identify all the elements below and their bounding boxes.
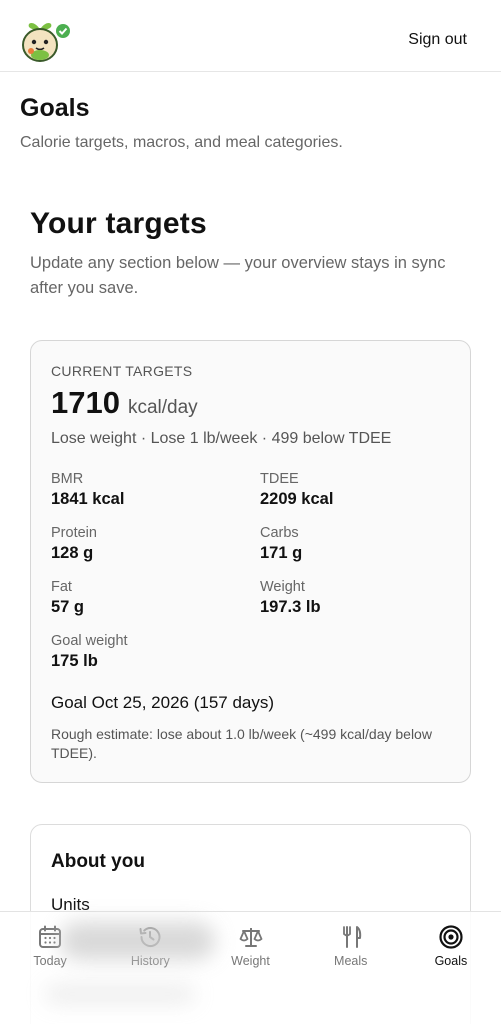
current-targets-label: CURRENT TARGETS [51, 363, 193, 379]
calendar-icon [39, 925, 62, 948]
blurred-content [45, 984, 195, 1004]
stat-label: Goal weight [51, 633, 128, 649]
tab-weight[interactable]: Weight [200, 912, 300, 1024]
stat-carbs: Carbs 171 g [260, 525, 302, 563]
tab-label: Weight [231, 954, 270, 968]
page-subtitle: Calorie targets, macros, and meal catego… [20, 134, 343, 151]
stat-value: 175 lb [51, 652, 98, 670]
target-icon [439, 925, 463, 949]
about-you-title: About you [51, 851, 145, 872]
app-logo[interactable] [20, 18, 72, 64]
kcal-unit: kcal/day [127, 397, 198, 418]
blurred-content [60, 922, 215, 960]
stat-label: TDEE [260, 471, 299, 487]
kcal-row: 1710 kcal/day [51, 385, 198, 421]
targets-section-subtitle: Update any section below — your overview… [30, 254, 446, 297]
current-targets-card: CURRENT TARGETS 1710 kcal/day Lose weigh… [30, 340, 471, 783]
stat-label: Fat [51, 579, 72, 595]
stat-protein: Protein 128 g [51, 525, 97, 563]
estimate-note: Rough estimate: lose about 1.0 lb/week (… [51, 726, 432, 761]
tab-label: Today [33, 954, 67, 968]
fork-knife-icon [342, 926, 361, 948]
tab-label: Meals [334, 954, 368, 968]
kcal-value: 1710 [51, 385, 120, 420]
stat-label: Protein [51, 525, 97, 541]
stat-label: BMR [51, 471, 84, 487]
top-bar: Sign out [0, 0, 501, 72]
stat-bmr: BMR 1841 kcal [51, 471, 124, 509]
sign-out-button[interactable]: Sign out [408, 31, 467, 49]
bottom-tab-bar: Today History Weight Meals Goals [0, 911, 501, 1024]
tab-goals[interactable]: Goals [401, 912, 501, 1024]
stat-value: 171 g [260, 544, 303, 562]
stat-value: 128 g [51, 544, 94, 562]
tab-label: Goals [434, 954, 468, 968]
scale-icon [239, 928, 262, 947]
stat-value: 2209 kcal [260, 490, 334, 508]
goal-summary: Lose weight · Lose 1 lb/week · 499 below… [51, 430, 392, 447]
stat-fat: Fat 57 g [51, 579, 84, 617]
stat-goal-weight: Goal weight 175 lb [51, 633, 128, 671]
targets-section-title: Your targets [30, 207, 207, 240]
stat-value: 57 g [51, 598, 85, 616]
stat-label: Carbs [260, 525, 299, 541]
tab-meals[interactable]: Meals [301, 912, 401, 1024]
stat-value: 1841 kcal [51, 490, 125, 508]
page-title: Goals [20, 94, 90, 122]
stat-tdee: TDEE 2209 kcal [260, 471, 333, 509]
stat-weight: Weight 197.3 lb [260, 579, 321, 617]
stat-value: 197.3 lb [260, 598, 321, 616]
stat-label: Weight [260, 579, 305, 595]
goal-date: Goal Oct 25, 2026 (157 days) [51, 693, 275, 712]
